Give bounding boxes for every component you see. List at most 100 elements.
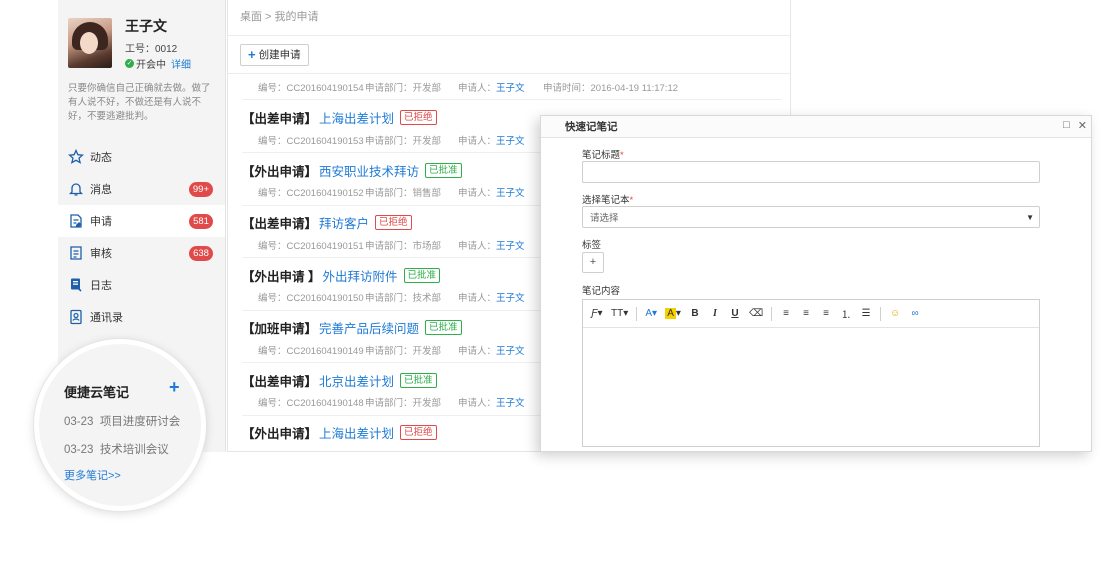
maximize-icon[interactable]: □ [1063,119,1070,132]
count-badge: 638 [189,246,213,261]
request-type: 【出差申请】 [242,217,318,231]
note-title-label-text: 笔记标题 [582,150,621,161]
note-title-label: 笔记标题* [582,147,624,161]
note-title: 项目进度研讨会 [99,416,181,428]
avatar[interactable] [68,18,112,68]
sidebar-item-2[interactable]: 申请 581 [58,205,225,237]
required-mark: * [620,150,624,161]
sidebar-item-1[interactable]: 消息 99+ [58,173,225,205]
status-text: 开会中 [136,60,166,71]
sidebar-item-0[interactable]: 动态 [58,141,225,173]
applicant-label: 申请人： [458,345,497,357]
request-code: 编号：CC201604190148 [258,398,364,409]
note-date: 03-23 [64,416,94,428]
create-request-button[interactable]: + 创建申请 [240,43,309,66]
sidebar-item-label: 审核 [90,248,112,260]
request-title-link[interactable]: 上海出差计划 [319,423,394,442]
more-notes-link[interactable]: 更多笔记>> [64,467,121,483]
sidebar-item-3[interactable]: 审核 638 [58,237,225,269]
font-family-icon[interactable]: Ƒ▾ [591,308,603,319]
star-icon [68,149,90,165]
detail-link[interactable]: 详细 [171,56,191,71]
applicant-name[interactable]: 王子文 [496,185,525,199]
note-title: 技术培训会议 [99,444,169,456]
applicant-label: 申请人： [458,135,497,147]
sidebar-item-label: 申请 [90,216,112,228]
applicant-label: 申请人： [458,188,497,199]
eraser-icon[interactable]: ⌫ [749,308,763,319]
request-title-link[interactable]: 北京出差计划 [319,371,394,390]
editor-toolbar: Ƒ▾ TT▾ A▾ A ▾ B I U ⌫ ≡ ≡ ≡ ⒈ ☰ ☺ ∞ [583,300,1039,328]
request-applicant: 申请人：王子文 [458,133,543,147]
sidebar-item-5[interactable]: 通讯录 [58,301,225,333]
dialog-header: 快速记笔记 □ ✕ [541,116,1091,138]
applicant-name[interactable]: 王子文 [496,290,525,304]
notebook-label-text: 选择笔记本 [582,195,630,206]
emoji-icon[interactable]: ☺ [889,308,901,319]
applicant-name[interactable]: 王子文 [496,395,525,409]
request-type: 【出差申请】 [242,374,318,389]
user-name: 王子文 [125,18,167,34]
applicant-name[interactable]: 王子文 [496,238,525,252]
unordered-list-icon[interactable]: ☰ [860,308,872,319]
note-date: 03-23 [64,444,94,456]
add-note-icon[interactable]: + [169,377,180,398]
sidebar-item-label: 日志 [90,280,112,292]
align-left-icon[interactable]: ≡ [780,308,792,319]
ordered-list-icon[interactable]: ⒈ [840,306,852,321]
request-title-link[interactable]: 西安职业技术拜访 [319,161,419,180]
align-right-icon[interactable]: ≡ [820,308,832,319]
cloud-notes-title: 便捷云笔记 [64,385,130,400]
count-badge: 99+ [188,182,213,197]
request-code: 编号：CC201604190154 [258,82,364,94]
note-item[interactable]: 03-23 技术培训会议 [64,441,169,457]
link-icon[interactable]: ∞ [909,308,921,319]
italic-icon[interactable]: I [709,308,721,319]
font-color-icon[interactable]: A▾ [645,308,657,319]
applicant-label: 申请人： [458,398,497,409]
align-center-icon[interactable]: ≡ [800,308,812,319]
sidebar-item-label: 动态 [90,152,112,164]
status-badge: 已批准 [400,372,437,388]
status-badge: 已拒绝 [400,425,437,440]
request-applicant: 申请人：王子文 [458,290,543,304]
applicant-label: 申请人： [458,82,497,94]
log-icon [68,277,90,293]
count-badge: 581 [189,214,213,229]
font-size-icon[interactable]: TT▾ [611,308,628,319]
close-icon[interactable]: ✕ [1078,119,1087,132]
notebook-select[interactable]: 请选择 ▼ [582,206,1040,228]
status-badge: 已拒绝 [375,215,412,230]
request-title-link[interactable]: 拜访客户 [319,213,369,232]
request-applicant: 申请人：王子文 [458,185,543,199]
request-type: 【外出申请 】 [242,269,321,284]
request-code: 编号：CC201604190150 [258,293,364,304]
request-title-link[interactable]: 外出拜访附件 [322,266,397,285]
request-title-link[interactable]: 上海出差计划 [319,108,394,127]
applicant-name[interactable]: 王子文 [496,80,525,94]
applicant-label: 申请人： [458,293,497,304]
create-request-label: 创建申请 [258,49,301,61]
request-title-link[interactable]: 完善产品后续问题 [319,318,419,337]
user-motto: 只要你确信自己正确就去做。做了有人说不好，不做还是有人说不好，不要逃避批判。 [68,83,211,122]
request-meta: 编号：CC201604190154 申请部门：开发部 申请人：王子文 申请时间：… [242,74,782,100]
applicant-name[interactable]: 王子文 [496,343,525,357]
check-icon: ✓ [125,59,134,68]
note-content-editor[interactable]: Ƒ▾ TT▾ A▾ A ▾ B I U ⌫ ≡ ≡ ≡ ⒈ ☰ ☺ ∞ [582,299,1040,447]
highlight-color-icon[interactable]: A ▾ [665,308,681,319]
request-type: 【出差申请】 [242,112,318,126]
add-tag-button[interactable]: + [582,252,604,273]
request-type: 【外出申请】 [242,427,318,441]
bell-icon [68,181,90,197]
plus-icon: + [248,47,256,62]
request-dept: 申请部门：市场部 [365,240,442,252]
request-code: 编号：CC201604190152 [258,188,364,199]
note-title-input[interactable] [582,161,1040,183]
underline-icon[interactable]: U [729,308,741,319]
note-item[interactable]: 03-23 项目进度研讨会 [64,413,180,429]
review-icon [68,245,90,261]
applicant-name[interactable]: 王子文 [496,133,525,147]
sidebar-item-4[interactable]: 日志 [58,269,225,301]
bold-icon[interactable]: B [689,308,701,319]
toolbar-divider [636,306,638,321]
